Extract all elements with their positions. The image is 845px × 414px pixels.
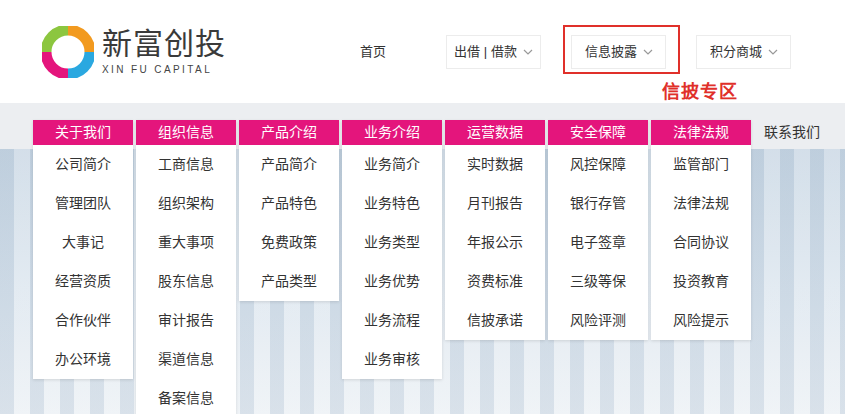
column-title[interactable]: 业务介绍: [342, 120, 442, 145]
menu-item[interactable]: 业务流程: [342, 301, 442, 340]
menu-item[interactable]: 免费政策: [239, 223, 339, 262]
column-title[interactable]: 关于我们: [33, 120, 133, 145]
nav-item[interactable]: 信息披露信披专区: [571, 35, 666, 69]
menu-item[interactable]: 备案信息: [136, 379, 236, 414]
menu-item[interactable]: 大事记: [33, 223, 133, 262]
menu-item[interactable]: 月刊报告: [445, 184, 545, 223]
menu-item[interactable]: 合作伙伴: [33, 301, 133, 340]
nav-label: 出借 | 借款: [454, 42, 517, 62]
annotation-label: 信披专区: [662, 79, 738, 106]
menu-item[interactable]: 产品类型: [239, 262, 339, 301]
menu-column: 组织信息工商信息组织架构重大事项股东信息审计报告渠道信息备案信息: [136, 120, 236, 414]
nav-label: 首页: [360, 42, 386, 62]
contact-link[interactable]: 联系我们: [762, 120, 822, 145]
menu-column: 运营数据实时数据月刊报告年报公示资费标准信披承诺: [445, 120, 545, 340]
chevron-down-icon: [643, 49, 653, 55]
main-nav: 首页 出借 | 借款 信息披露信披专区 积分商城: [330, 35, 791, 69]
menu-item[interactable]: 银行存管: [548, 184, 648, 223]
nav-item[interactable]: 积分商城: [696, 35, 791, 69]
logo-icon: [42, 26, 94, 78]
menu-column: 产品介绍产品简介产品特色免费政策产品类型: [239, 120, 339, 301]
menu-item[interactable]: 经营资质: [33, 262, 133, 301]
column-title[interactable]: 组织信息: [136, 120, 236, 145]
menu-item[interactable]: 业务优势: [342, 262, 442, 301]
menu-item[interactable]: 信披承诺: [445, 301, 545, 340]
column-title[interactable]: 产品介绍: [239, 120, 339, 145]
menu-item[interactable]: 业务特色: [342, 184, 442, 223]
menu-item[interactable]: 重大事项: [136, 223, 236, 262]
nav-item[interactable]: 出借 | 借款: [446, 35, 541, 69]
menu-item[interactable]: 股东信息: [136, 262, 236, 301]
menu-item[interactable]: 审计报告: [136, 301, 236, 340]
menu-column: 法律法规监管部门法律法规合同协议投资教育风险提示: [651, 120, 751, 340]
nav-label: 积分商城: [710, 42, 762, 62]
menu-item[interactable]: 监管部门: [651, 145, 751, 184]
menu-item[interactable]: 三级等保: [548, 262, 648, 301]
mega-menu: 关于我们公司简介管理团队大事记经营资质合作伙伴办公环境组织信息工商信息组织架构重…: [33, 120, 822, 414]
menu-item[interactable]: 业务审核: [342, 340, 442, 379]
menu-item[interactable]: 办公环境: [33, 340, 133, 379]
menu-item[interactable]: 公司简介: [33, 145, 133, 184]
logo-name: 新富创投: [102, 27, 226, 60]
highlight-box: [563, 25, 680, 74]
menu-item[interactable]: 业务简介: [342, 145, 442, 184]
site-header: 新富创投 XIN FU CAPITAL 首页出借 | 借款信息披露信披专区积分商…: [0, 0, 845, 103]
menu-item[interactable]: 资费标准: [445, 262, 545, 301]
column-title[interactable]: 安全保障: [548, 120, 648, 145]
menu-item[interactable]: 产品特色: [239, 184, 339, 223]
menu-item[interactable]: 电子签章: [548, 223, 648, 262]
menu-item[interactable]: 年报公示: [445, 223, 545, 262]
menu-column: 关于我们公司简介管理团队大事记经营资质合作伙伴办公环境: [33, 120, 133, 379]
menu-item[interactable]: 管理团队: [33, 184, 133, 223]
menu-item[interactable]: 投资教育: [651, 262, 751, 301]
chevron-down-icon: [523, 49, 533, 55]
column-title[interactable]: 运营数据: [445, 120, 545, 145]
menu-item[interactable]: 组织架构: [136, 184, 236, 223]
menu-item[interactable]: 风险提示: [651, 301, 751, 340]
logo[interactable]: 新富创投 XIN FU CAPITAL: [0, 26, 330, 78]
logo-subtitle: XIN FU CAPITAL: [102, 62, 226, 77]
menu-item[interactable]: 工商信息: [136, 145, 236, 184]
menu-column: 业务介绍业务简介业务特色业务类型业务优势业务流程业务审核: [342, 120, 442, 379]
menu-item[interactable]: 合同协议: [651, 223, 751, 262]
chevron-down-icon: [768, 49, 778, 55]
menu-item[interactable]: 实时数据: [445, 145, 545, 184]
menu-item[interactable]: 风险评测: [548, 301, 648, 340]
nav-item[interactable]: 首页: [330, 35, 416, 69]
column-title[interactable]: 法律法规: [651, 120, 751, 145]
menu-item[interactable]: 法律法规: [651, 184, 751, 223]
banner-image: 关于我们公司简介管理团队大事记经营资质合作伙伴办公环境组织信息工商信息组织架构重…: [0, 103, 845, 414]
nav-label: 信息披露: [585, 42, 637, 62]
menu-item[interactable]: 产品简介: [239, 145, 339, 184]
menu-column: 安全保障风控保障银行存管电子签章三级等保风险评测: [548, 120, 648, 340]
menu-item[interactable]: 业务类型: [342, 223, 442, 262]
menu-item[interactable]: 渠道信息: [136, 340, 236, 379]
menu-item[interactable]: 风控保障: [548, 145, 648, 184]
